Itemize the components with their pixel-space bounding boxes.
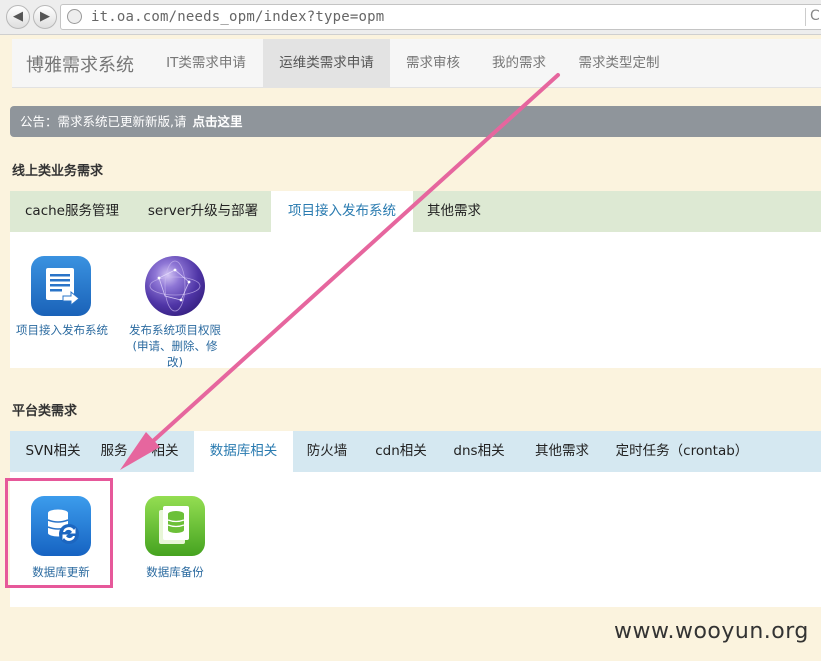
url-text[interactable]: it.oa.com/needs_opm/index?type=opm: [91, 9, 384, 25]
panel-platform: 数据库更新 数据库备份: [10, 472, 821, 607]
tab-svn[interactable]: SVN相关: [10, 431, 96, 472]
tab-other-online[interactable]: 其他需求: [414, 191, 494, 232]
app-label-line-3: 改): [167, 355, 183, 369]
brand-title[interactable]: 博雅需求系统: [26, 51, 134, 77]
nav-item-type-custom[interactable]: 需求类型定制: [564, 39, 674, 88]
tab-firewall[interactable]: 防火墙: [294, 431, 360, 472]
tabs-online: cache服务管理 server升级与部署 项目接入发布系统 其他需求: [10, 191, 821, 233]
tab-dns[interactable]: dns相关: [442, 431, 516, 472]
announcement-bar: 公告：需求系统已更新新版,请 点击这里: [10, 106, 821, 137]
document-arrow-icon[interactable]: [31, 256, 91, 316]
app-label-line-2: (申请、删除、修: [132, 339, 218, 353]
nav-item-ops-request[interactable]: 运维类需求申请: [263, 39, 390, 88]
app-label-line-1: 发布系统项目权限: [129, 323, 221, 337]
tab-crontab[interactable]: 定时任务（crontab）: [610, 431, 754, 472]
back-arrow-icon[interactable]: ◀: [6, 5, 30, 29]
tab-other-platform[interactable]: 其他需求: [522, 431, 602, 472]
purple-sphere-icon[interactable]: [145, 256, 205, 316]
reload-icon[interactable]: C: [810, 8, 820, 24]
app-label-db-backup[interactable]: 数据库备份: [124, 564, 226, 580]
tab-cdn[interactable]: cdn相关: [364, 431, 438, 472]
nav-item-review[interactable]: 需求审核: [392, 39, 474, 88]
announcement-text: 公告：需求系统已更新新版,请: [20, 114, 187, 129]
globe-icon: [67, 9, 82, 24]
top-navbar: 博雅需求系统 IT类需求申请 运维类需求申请 需求审核 我的需求 需求类型定制: [12, 39, 821, 88]
section-title-online: 线上类业务需求: [12, 164, 104, 179]
tab-cache[interactable]: cache服务管理: [10, 191, 134, 232]
highlight-box: [5, 478, 113, 588]
app-label-release-permission[interactable]: 发布系统项目权限 (申请、删除、修 改): [123, 322, 227, 370]
section-title-platform: 平台类需求: [12, 404, 78, 419]
tab-server-upgrade[interactable]: server升级与部署: [135, 191, 271, 232]
address-bar[interactable]: it.oa.com/needs_opm/index?type=opm C: [60, 4, 821, 30]
app-release-permission[interactable]: 发布系统项目权限 (申请、删除、修 改): [123, 256, 227, 376]
panel-online: 项目接入发布系统 发布系统项目权限 (申请、删除、修 改): [10, 232, 821, 369]
tab-project-release[interactable]: 项目接入发布系统: [271, 191, 413, 233]
watermark: www.wooyun.org: [614, 619, 809, 644]
nav-item-it-request[interactable]: IT类需求申请: [150, 39, 262, 88]
app-db-backup[interactable]: 数据库备份: [124, 496, 226, 582]
nav-item-my-requests[interactable]: 我的需求: [478, 39, 560, 88]
database-backup-icon[interactable]: [145, 496, 205, 556]
app-project-release[interactable]: 项目接入发布系统: [10, 256, 114, 346]
tab-database[interactable]: 数据库相关: [194, 431, 293, 473]
app-label-project-release[interactable]: 项目接入发布系统: [10, 322, 114, 338]
tab-service-suffix[interactable]: 相关: [146, 431, 184, 472]
url-divider: [805, 8, 806, 26]
browser-toolbar: ◀ ▶ it.oa.com/needs_opm/index?type=opm C: [0, 0, 821, 35]
tab-service-prefix[interactable]: 服务: [96, 431, 132, 472]
announcement-link[interactable]: 点击这里: [192, 114, 242, 129]
forward-arrow-icon[interactable]: ▶: [33, 5, 57, 29]
tabs-platform: SVN相关 服务 相关 数据库相关 防火墙 cdn相关 dns相关 其他需求 定…: [10, 431, 821, 473]
